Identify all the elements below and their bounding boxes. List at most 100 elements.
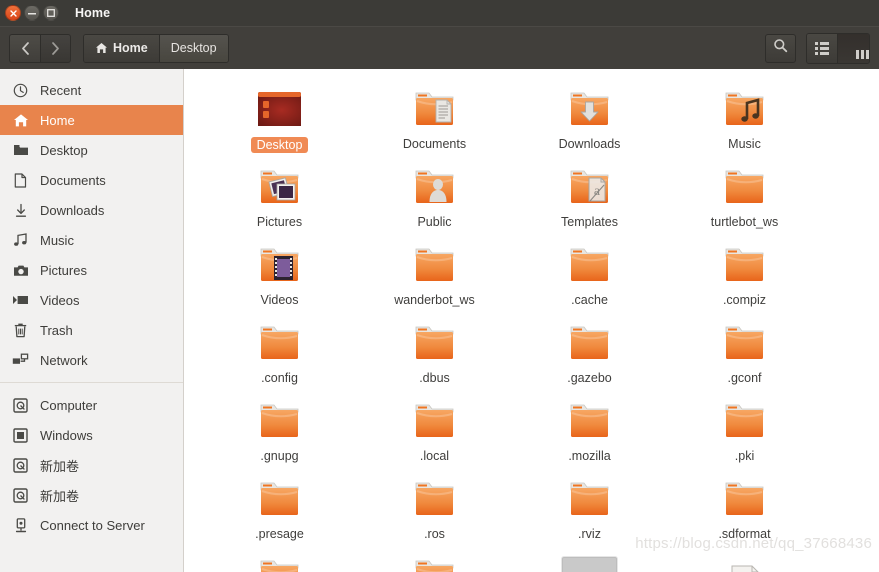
window-title: Home [75, 6, 111, 20]
minimize-icon[interactable] [24, 5, 40, 21]
file-item[interactable]: .mozilla [512, 393, 667, 471]
file-item[interactable]: Downloads [512, 81, 667, 159]
svg-text:a: a [594, 184, 601, 199]
sidebar-item-label: 新加卷 [40, 488, 80, 504]
file-item[interactable] [667, 549, 822, 572]
videos-folder-icon [255, 239, 304, 288]
sidebar-item-trash[interactable]: Trash [0, 315, 183, 345]
file-grid-area[interactable]: Desktop Documents Downloads Music Pictur… [184, 69, 879, 572]
file-item[interactable]: .sdformat [667, 471, 822, 549]
file-item[interactable]: .gazebo [512, 315, 667, 393]
file-label: .dbus [419, 371, 450, 385]
folder-icon [410, 395, 459, 444]
file-label: Videos [260, 293, 299, 307]
sidebar-item-documents[interactable]: Documents [0, 165, 183, 195]
drive-icon [12, 457, 29, 474]
drive-icon [12, 487, 29, 504]
camera-icon [12, 262, 29, 279]
sidebar-item-label: Computer [40, 397, 98, 413]
file-item[interactable] [512, 549, 667, 572]
forward-button[interactable] [40, 33, 71, 63]
sidebar-item-label: Music [40, 232, 74, 248]
drive-icon [12, 397, 29, 414]
file-item[interactable]: .gconf [667, 315, 822, 393]
file-item[interactable]: Music [667, 81, 822, 159]
folder-icon [255, 473, 304, 522]
folder-icon [255, 551, 304, 572]
folder-icon [720, 473, 769, 522]
sidebar-item-home[interactable]: Home [0, 105, 183, 135]
sidebar-item-volume-1[interactable]: 新加卷 [0, 450, 183, 480]
file-item[interactable]: Public [357, 159, 512, 237]
grid-view-button[interactable] [838, 33, 869, 63]
file-item[interactable]: turtlebot_ws [667, 159, 822, 237]
network-icon [12, 352, 29, 369]
sidebar-item-desktop[interactable]: Desktop [0, 135, 183, 165]
file-label: .presage [255, 527, 304, 541]
sidebar-item-videos[interactable]: Videos [0, 285, 183, 315]
desktop-folder-icon [255, 83, 304, 132]
file-label: .cache [571, 293, 608, 307]
templates-folder-icon: a [565, 161, 614, 210]
file-item[interactable]: .ros [357, 471, 512, 549]
breadcrumb: Home Desktop [83, 33, 229, 63]
file-item[interactable]: Desktop [202, 81, 357, 159]
sidebar-item-windows[interactable]: Windows [0, 420, 183, 450]
folder-icon [565, 473, 614, 522]
file-item[interactable]: a Templates [512, 159, 667, 237]
sidebar-item-volume-2[interactable]: 新加卷 [0, 480, 183, 510]
file-item[interactable]: Pictures [202, 159, 357, 237]
file-item[interactable]: .rviz [512, 471, 667, 549]
sidebar-item-label: Network [40, 352, 88, 368]
file-item[interactable] [357, 549, 512, 572]
maximize-icon[interactable] [43, 5, 59, 21]
file-item[interactable]: .presage [202, 471, 357, 549]
sidebar-item-network[interactable]: Network [0, 345, 183, 375]
sidebar-item-recent[interactable]: Recent [0, 75, 183, 105]
file-item[interactable]: Documents [357, 81, 512, 159]
file-item[interactable] [202, 549, 357, 572]
folder-icon [565, 395, 614, 444]
list-view-button[interactable] [807, 33, 838, 63]
sidebar-item-downloads[interactable]: Downloads [0, 195, 183, 225]
file-item[interactable]: .config [202, 315, 357, 393]
file-label: Music [728, 137, 761, 151]
sidebar-item-label: Trash [40, 322, 73, 338]
thumbnail-icon [561, 551, 618, 572]
file-item[interactable]: Videos [202, 237, 357, 315]
file-item[interactable]: .compiz [667, 237, 822, 315]
file-label: turtlebot_ws [710, 215, 779, 229]
folder-icon [410, 473, 459, 522]
file-item[interactable]: .pki [667, 393, 822, 471]
file-item[interactable]: wanderbot_ws [357, 237, 512, 315]
file-label: .local [419, 449, 450, 463]
sidebar-item-label: Videos [40, 292, 80, 308]
sidebar-item-label: Recent [40, 82, 82, 98]
file-label: Downloads [558, 137, 621, 151]
navigation-buttons [9, 33, 71, 63]
sidebar-item-connect-to-server[interactable]: Connect to Server [0, 510, 183, 540]
sidebar-item-pictures[interactable]: Pictures [0, 255, 183, 285]
file-label: wanderbot_ws [394, 293, 475, 307]
breadcrumb-label: Home [113, 41, 148, 55]
search-button[interactable] [765, 33, 796, 63]
file-item[interactable]: .gnupg [202, 393, 357, 471]
folder-icon [410, 317, 459, 366]
sidebar-item-computer[interactable]: Computer [0, 390, 183, 420]
folder-icon [410, 551, 459, 572]
breadcrumb-item-desktop[interactable]: Desktop [159, 34, 228, 62]
window-body: Recent Home Desktop Documents Downloads … [0, 69, 879, 572]
sidebar-item-label: 新加卷 [40, 458, 80, 474]
file-item[interactable]: .local [357, 393, 512, 471]
music-folder-icon [720, 83, 769, 132]
documents-folder-icon [410, 83, 459, 132]
folder-icon [720, 239, 769, 288]
downloads-folder-icon [565, 83, 614, 132]
back-button[interactable] [9, 33, 40, 63]
close-icon[interactable] [5, 5, 21, 21]
breadcrumb-item-home[interactable]: Home [84, 34, 160, 62]
sidebar-item-music[interactable]: Music [0, 225, 183, 255]
file-item[interactable]: .dbus [357, 315, 512, 393]
file-label: .compiz [722, 293, 767, 307]
file-item[interactable]: .cache [512, 237, 667, 315]
